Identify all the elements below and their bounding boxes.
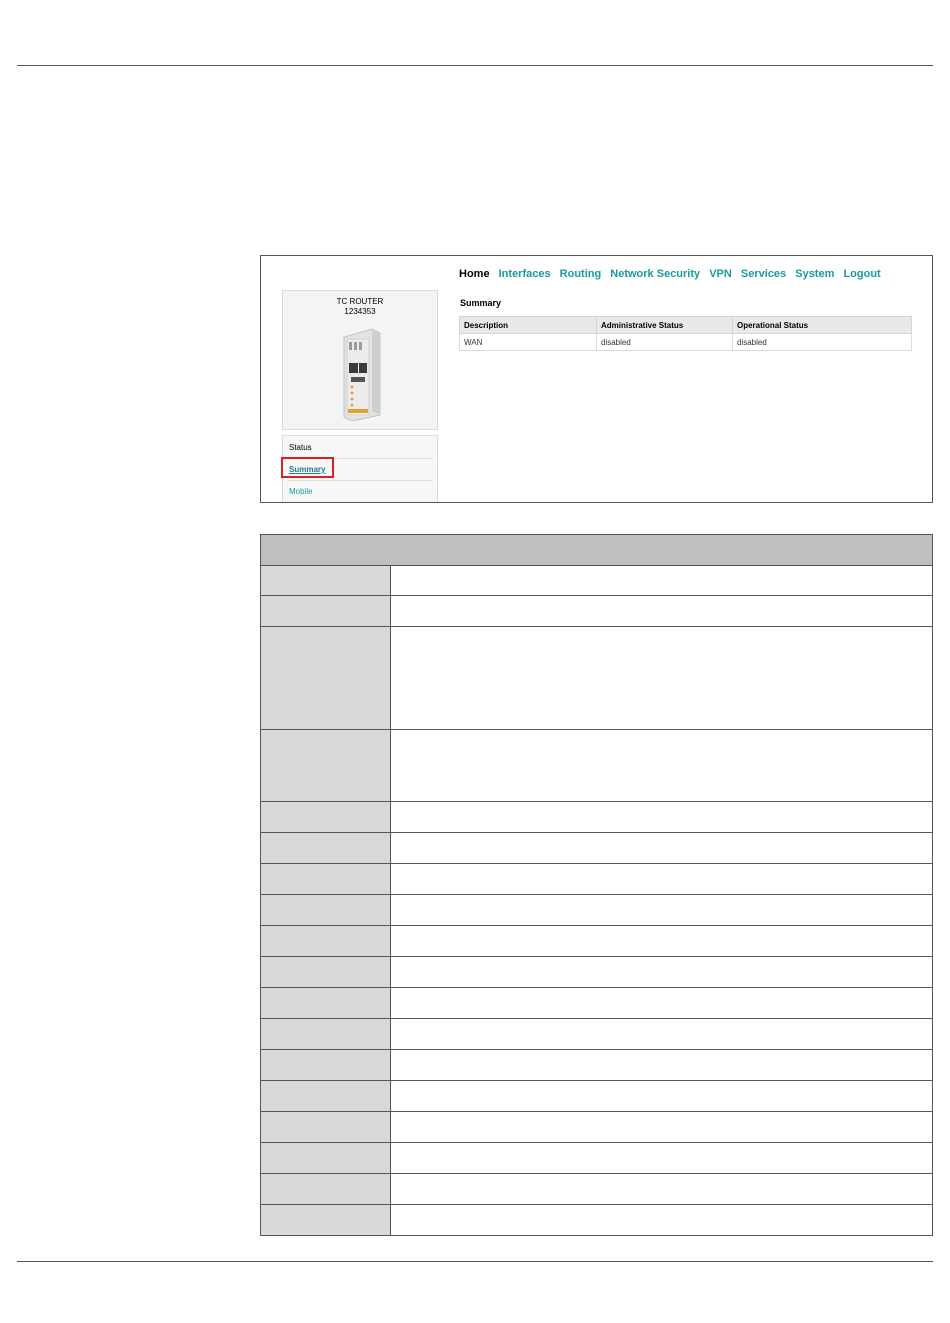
parameter-table-header <box>261 535 932 566</box>
device-number: 1234353 <box>344 307 376 316</box>
summary-highlight-box <box>281 457 334 478</box>
table-row <box>261 1174 932 1205</box>
table-row <box>261 864 932 895</box>
menu-item-mobile[interactable]: Mobile <box>289 487 313 496</box>
table-row <box>261 957 932 988</box>
table-row <box>261 1019 932 1050</box>
nav-home[interactable]: Home <box>459 268 490 280</box>
table-row <box>261 988 932 1019</box>
table-row <box>261 833 932 864</box>
summary-title: Summary <box>460 298 502 308</box>
table-row <box>261 596 932 627</box>
table-row: WAN disabled disabled <box>459 333 912 351</box>
nav-routing[interactable]: Routing <box>560 268 602 280</box>
col-administrative-status: Administrative Status <box>596 316 733 334</box>
col-description: Description <box>459 316 597 334</box>
top-nav: Home Interfaces Routing Network Security… <box>459 268 887 280</box>
table-row <box>261 730 932 802</box>
nav-network-security[interactable]: Network Security <box>610 268 700 280</box>
router-web-ui-screenshot: Home Interfaces Routing Network Security… <box>260 255 933 503</box>
footer-rule <box>17 1261 933 1262</box>
table-row <box>261 1081 932 1112</box>
cell-administrative-status: disabled <box>596 333 733 351</box>
summary-table: Description Administrative Status Operat… <box>459 316 912 351</box>
menu-section-status: Status <box>289 443 312 452</box>
table-row <box>261 627 932 730</box>
header-rule <box>17 65 933 66</box>
table-row <box>261 1050 932 1081</box>
nav-vpn[interactable]: VPN <box>709 268 732 280</box>
device-panel: TC ROUTER 1234353 <box>282 290 438 430</box>
table-row <box>261 1205 932 1235</box>
table-row <box>261 1143 932 1174</box>
router-device-image <box>343 328 381 421</box>
col-operational-status: Operational Status <box>732 316 912 334</box>
table-header-row: Description Administrative Status Operat… <box>459 316 912 334</box>
nav-system[interactable]: System <box>795 268 834 280</box>
cell-description: WAN <box>459 333 597 351</box>
nav-interfaces[interactable]: Interfaces <box>499 268 551 280</box>
device-name: TC ROUTER <box>336 297 384 306</box>
parameter-table <box>260 534 933 1236</box>
table-row <box>261 1112 932 1143</box>
cell-operational-status: disabled <box>732 333 912 351</box>
table-row <box>261 566 932 596</box>
table-row <box>261 926 932 957</box>
table-row <box>261 802 932 833</box>
nav-logout[interactable]: Logout <box>843 268 880 280</box>
menu-divider <box>287 480 433 481</box>
table-row <box>261 895 932 926</box>
nav-services[interactable]: Services <box>741 268 786 280</box>
